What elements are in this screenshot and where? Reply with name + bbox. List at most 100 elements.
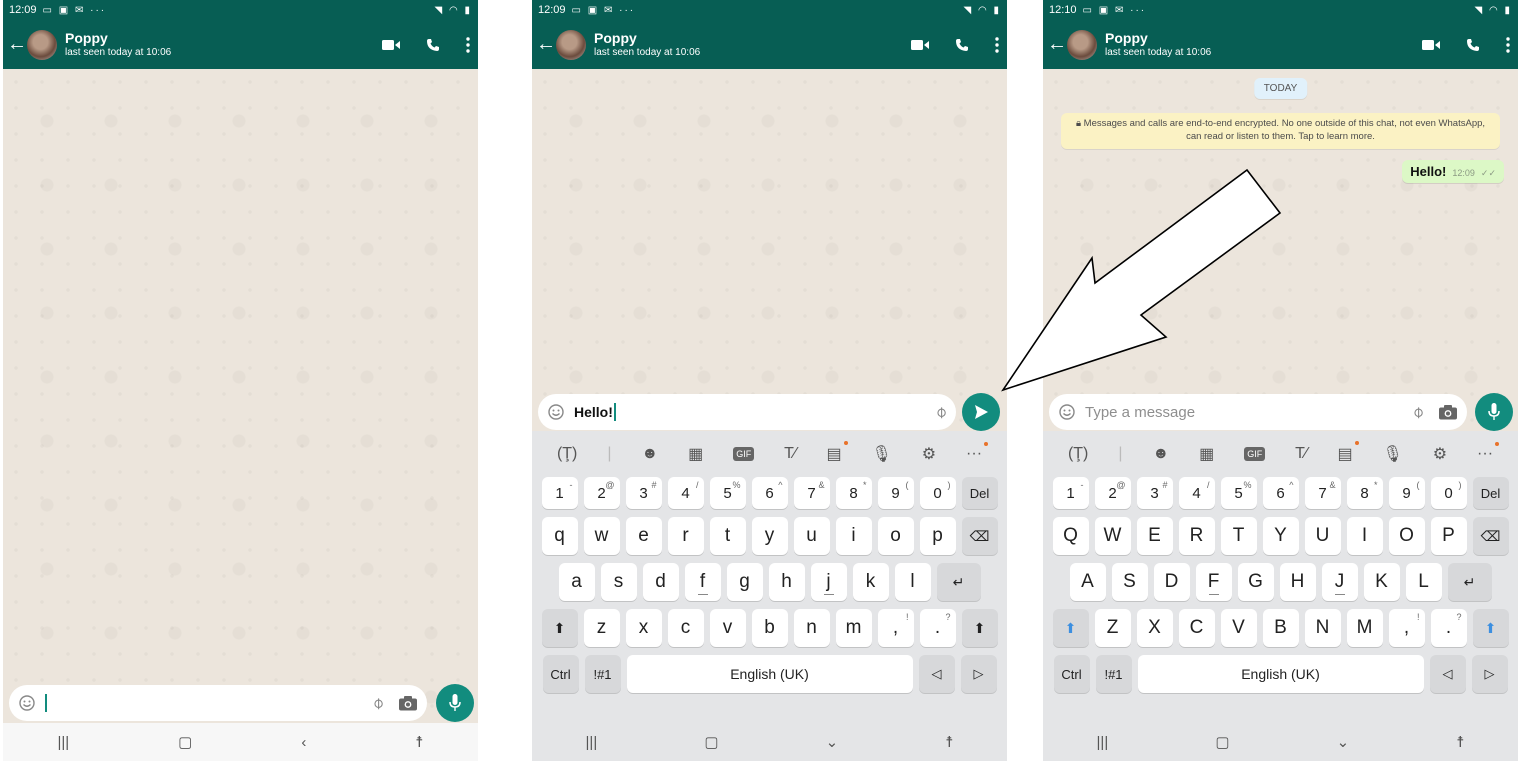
sticker-icon[interactable]: ▦ — [1199, 444, 1214, 464]
key-b[interactable]: b — [751, 609, 788, 647]
key-m[interactable]: M — [1346, 609, 1383, 647]
text-style-icon[interactable]: T⁄ — [1295, 445, 1307, 463]
key-z[interactable]: Z — [1094, 609, 1131, 647]
key-5[interactable]: 5% — [709, 477, 746, 509]
more-icon[interactable]: ··· — [966, 442, 989, 463]
key-8[interactable]: 8 * — [1346, 477, 1383, 509]
phone-call-icon[interactable] — [426, 38, 440, 52]
key-x[interactable]: x — [625, 609, 662, 647]
clipboard-icon[interactable]: ▤ — [1338, 441, 1359, 464]
key-h[interactable]: H — [1279, 563, 1316, 601]
ctrl-key[interactable]: Ctrl — [1053, 655, 1090, 693]
key-d[interactable]: d — [642, 563, 679, 601]
translate-icon[interactable]: (Ţ) — [1068, 445, 1088, 463]
avatar[interactable] — [1067, 29, 1097, 60]
video-call-icon[interactable] — [911, 39, 929, 51]
recent-apps-icon[interactable]: ||| — [57, 734, 69, 751]
video-call-icon[interactable] — [382, 39, 400, 51]
cursor-right-key[interactable]: ▷ — [1471, 655, 1508, 693]
more-icon[interactable]: ··· — [1477, 442, 1500, 463]
message-input[interactable]: ⌀ — [9, 685, 427, 721]
camera-icon[interactable] — [1439, 404, 1457, 420]
recent-apps-icon[interactable]: ||| — [586, 734, 598, 751]
home-icon[interactable]: ▢ — [704, 733, 718, 751]
accessibility-icon[interactable]: ☨ — [1456, 733, 1464, 751]
emoji-icon[interactable]: ☻ — [641, 445, 658, 463]
hide-keyboard-icon[interactable]: ⌄ — [826, 733, 839, 751]
clipboard-icon[interactable]: ▤ — [827, 441, 848, 464]
send-button[interactable] — [962, 393, 1000, 431]
back-arrow-icon[interactable]: ← — [7, 33, 27, 56]
key-y[interactable]: y — [751, 517, 788, 555]
key-e[interactable]: e — [625, 517, 662, 555]
key-comma[interactable]: ,! — [877, 609, 914, 647]
key-l[interactable]: l — [894, 563, 931, 601]
sticker-icon[interactable]: ▦ — [688, 444, 703, 464]
contact-info[interactable]: Poppy last seen today at 10:06 — [1105, 30, 1211, 57]
key-h[interactable]: h — [768, 563, 805, 601]
key-n[interactable]: n — [793, 609, 830, 647]
key-c[interactable]: C — [1178, 609, 1215, 647]
key-period[interactable]: .? — [919, 609, 956, 647]
camera-icon[interactable] — [399, 695, 417, 711]
settings-icon[interactable]: ⚙ — [922, 444, 936, 464]
key-b[interactable]: B — [1262, 609, 1299, 647]
key-del[interactable]: Del — [1472, 477, 1509, 509]
attach-icon[interactable]: ⌀ — [1408, 402, 1429, 423]
key-v[interactable]: V — [1220, 609, 1257, 647]
key-u[interactable]: u — [793, 517, 830, 555]
backspace-key[interactable]: ⌫ — [1472, 517, 1509, 555]
key-u[interactable]: U — [1304, 517, 1341, 555]
key-3[interactable]: 3 # — [1136, 477, 1173, 509]
key-c[interactable]: c — [667, 609, 704, 647]
key-2[interactable]: 2 @ — [583, 477, 620, 509]
key-r[interactable]: r — [667, 517, 704, 555]
key-g[interactable]: g — [726, 563, 763, 601]
symbols-key[interactable]: !#1 — [1095, 655, 1132, 693]
key-w[interactable]: w — [583, 517, 620, 555]
key-j[interactable]: J — [1321, 563, 1358, 601]
emoji-icon[interactable] — [1059, 404, 1075, 420]
key-a[interactable]: A — [1069, 563, 1106, 601]
home-icon[interactable]: ▢ — [178, 733, 192, 751]
key-i[interactable]: I — [1346, 517, 1383, 555]
key-s[interactable]: S — [1111, 563, 1148, 601]
message-input[interactable]: Hello! ⌀ — [538, 394, 956, 430]
key-4[interactable]: 4/ — [667, 477, 704, 509]
mic-icon[interactable]: 🎙︎ — [1383, 444, 1403, 464]
symbols-key[interactable]: !#1 — [584, 655, 621, 693]
shift-key[interactable]: ⬆ — [1052, 609, 1089, 647]
video-call-icon[interactable] — [1422, 39, 1440, 51]
key-e[interactable]: E — [1136, 517, 1173, 555]
accessibility-icon[interactable]: ☨ — [945, 733, 953, 751]
shift-key-right[interactable]: ⬆ — [1472, 609, 1509, 647]
key-m[interactable]: m — [835, 609, 872, 647]
key-f[interactable]: f — [684, 563, 721, 601]
key-y[interactable]: Y — [1262, 517, 1299, 555]
key-4[interactable]: 4/ — [1178, 477, 1215, 509]
key-f[interactable]: F — [1195, 563, 1232, 601]
back-nav-icon[interactable]: ‹ — [301, 734, 306, 751]
key-d[interactable]: D — [1153, 563, 1190, 601]
key-o[interactable]: O — [1388, 517, 1425, 555]
recent-apps-icon[interactable]: ||| — [1097, 734, 1109, 751]
key-0[interactable]: 0) — [1430, 477, 1467, 509]
contact-info[interactable]: Poppy last seen today at 10:06 — [594, 30, 700, 57]
cursor-left-key[interactable]: ◁ — [918, 655, 955, 693]
key-5[interactable]: 5% — [1220, 477, 1257, 509]
key-j[interactable]: j — [810, 563, 847, 601]
emoji-icon[interactable] — [19, 695, 35, 711]
cursor-left-key[interactable]: ◁ — [1429, 655, 1466, 693]
encryption-notice[interactable]: 🔒︎ Messages and calls are end-to-end enc… — [1061, 113, 1500, 149]
avatar[interactable] — [556, 29, 586, 60]
key-k[interactable]: K — [1363, 563, 1400, 601]
mic-icon[interactable]: 🎙︎ — [872, 444, 892, 464]
key-1[interactable]: 1- — [541, 477, 578, 509]
voice-record-button[interactable] — [1475, 393, 1513, 431]
key-7[interactable]: 7 & — [1304, 477, 1341, 509]
key-3[interactable]: 3 # — [625, 477, 662, 509]
key-n[interactable]: N — [1304, 609, 1341, 647]
more-options-icon[interactable] — [1506, 36, 1510, 53]
avatar[interactable] — [27, 29, 57, 60]
key-6[interactable]: 6 ^ — [751, 477, 788, 509]
